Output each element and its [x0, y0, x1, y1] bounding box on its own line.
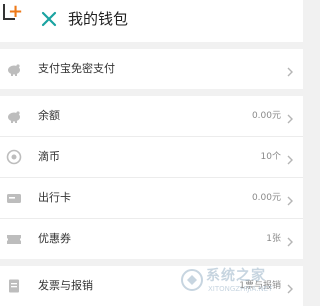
list-item-balance[interactable]: 余额 0.00元: [0, 96, 303, 137]
piggy-bank-icon: [6, 61, 22, 77]
list-item-didi-coins[interactable]: 滴币 10个: [0, 137, 303, 178]
close-button[interactable]: [38, 8, 60, 30]
invoice-icon: [6, 278, 22, 294]
list-item-travel-card[interactable]: 出行卡 0.00元: [0, 178, 303, 219]
row-value: 10个: [260, 152, 281, 162]
row-value: 1张: [266, 234, 281, 244]
list-item-coupons[interactable]: 优惠券 1张: [0, 219, 303, 259]
watermark-logo-icon: [181, 269, 203, 291]
chevron-right-icon: [286, 110, 294, 124]
row-label: 发票与报销: [38, 279, 93, 292]
chevron-right-icon: [286, 151, 294, 165]
row-value: 0.00元: [251, 111, 281, 121]
page-title: 我的钱包: [68, 10, 129, 28]
chevron-right-icon: [286, 233, 294, 247]
watermark: 系统之家 XITONGZHIJIA.NET: [180, 262, 303, 298]
row-label: 余额: [38, 109, 60, 122]
chevron-right-icon: [286, 63, 294, 77]
piggy-bank-icon: [6, 108, 22, 124]
row-label: 优惠券: [38, 232, 71, 245]
row-label: 支付宝免密支付: [38, 62, 115, 75]
list-item-alipay-password-free[interactable]: 支付宝免密支付: [0, 49, 303, 89]
close-icon: [41, 11, 57, 27]
corner-logo: +: [0, 0, 26, 26]
chevron-right-icon: [286, 192, 294, 206]
row-label: 出行卡: [38, 191, 71, 204]
coin-icon: [6, 149, 22, 165]
coupon-icon: [6, 231, 22, 247]
card-icon: [6, 190, 22, 206]
app-bar: + 我的钱包: [0, 0, 303, 42]
group-balances: 余额 0.00元 滴币 10个 出行卡 0.00元 优惠券 1张: [0, 96, 303, 259]
watermark-subtext: XITONGZHIJIA.NET: [208, 285, 273, 293]
group-alipay: 支付宝免密支付: [0, 49, 303, 89]
row-value: 0.00元: [251, 193, 281, 203]
row-label: 滴币: [38, 150, 60, 163]
watermark-text: 系统之家: [206, 268, 266, 284]
